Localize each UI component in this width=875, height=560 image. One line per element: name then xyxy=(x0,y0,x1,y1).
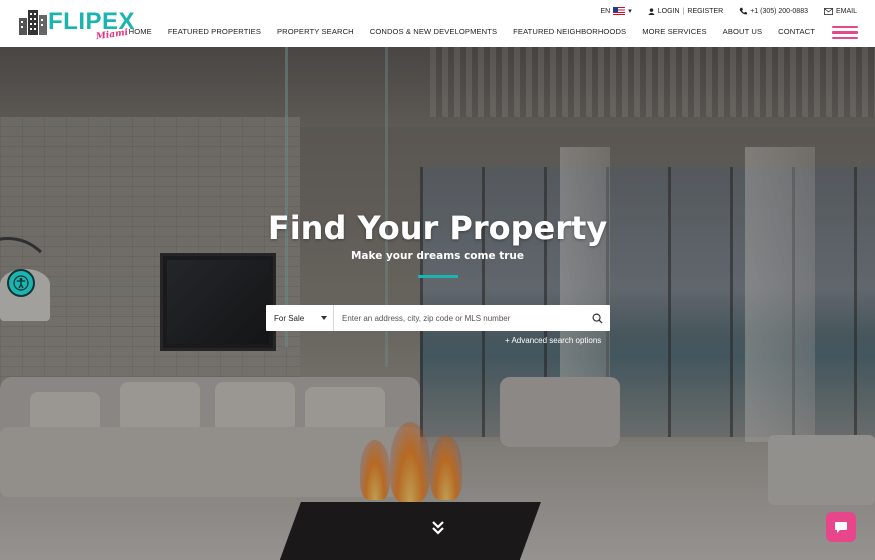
hero-section: Find Your Property Make your dreams come… xyxy=(0,47,875,560)
email-link[interactable]: EMAIL xyxy=(823,7,857,15)
nav-condos-new-developments[interactable]: CONDOS & NEW DEVELOPMENTS xyxy=(370,27,497,36)
accessibility-button[interactable] xyxy=(7,269,35,297)
nav-property-search[interactable]: PROPERTY SEARCH xyxy=(277,27,354,36)
main-nav: HOME FEATURED PROPERTIES PROPERTY SEARCH… xyxy=(129,27,815,36)
phone-icon xyxy=(739,7,748,15)
email-label: EMAIL xyxy=(835,7,857,15)
nav-featured-properties[interactable]: FEATURED PROPERTIES xyxy=(168,27,261,36)
chevron-down-icon: ▾ xyxy=(628,8,632,15)
building-logo-icon xyxy=(19,10,47,35)
language-code: EN xyxy=(600,7,611,15)
nav-about-us[interactable]: ABOUT US xyxy=(723,27,762,36)
nav-home[interactable]: HOME xyxy=(129,27,152,36)
phone-number: +1 (305) 200-0883 xyxy=(750,7,808,15)
hero-subtitle: Make your dreams come true xyxy=(350,250,525,262)
phone-link[interactable]: +1 (305) 200-0883 xyxy=(739,7,808,15)
hero-overlay xyxy=(0,47,875,560)
top-utility-bar: EN ▾ LOGIN | REGISTER +1 (305) 200-0883 … xyxy=(601,5,857,17)
language-selector[interactable]: EN ▾ xyxy=(601,7,632,15)
flipex-logo[interactable]: FLIPEX Miami xyxy=(18,6,135,42)
register-link[interactable]: REGISTER xyxy=(687,8,723,15)
search-button[interactable] xyxy=(584,305,610,331)
search-input[interactable] xyxy=(334,305,584,331)
listing-type-value: For Sale xyxy=(274,313,305,323)
search-icon xyxy=(592,313,603,324)
chat-button[interactable] xyxy=(826,512,856,542)
hero-title: Find Your Property xyxy=(267,209,608,247)
user-icon xyxy=(648,7,655,15)
account-links: LOGIN | REGISTER xyxy=(648,8,723,15)
double-chevron-down-icon[interactable] xyxy=(431,520,445,536)
property-search-bar: For Sale xyxy=(266,305,610,331)
page: FLIPEX Miami EN ▾ LOGIN | REGISTER +1 (3… xyxy=(0,0,875,560)
envelope-icon xyxy=(823,7,833,15)
accessibility-icon xyxy=(13,275,29,291)
chat-icon xyxy=(835,521,847,533)
nav-featured-neighborhoods[interactable]: FEATURED NEIGHBORHOODS xyxy=(513,27,626,36)
advanced-search-link[interactable]: + Advanced search options xyxy=(505,336,601,345)
menu-hamburger-icon[interactable] xyxy=(832,26,858,39)
login-link[interactable]: LOGIN xyxy=(658,8,680,15)
site-header: FLIPEX Miami EN ▾ LOGIN | REGISTER +1 (3… xyxy=(0,0,875,47)
nav-contact[interactable]: CONTACT xyxy=(778,27,815,36)
us-flag-icon xyxy=(613,7,626,15)
listing-type-select[interactable]: For Sale xyxy=(266,305,334,331)
divider: | xyxy=(682,7,685,15)
caret-down-icon xyxy=(321,316,327,320)
nav-more-services[interactable]: MORE SERVICES xyxy=(642,27,706,36)
accent-divider xyxy=(418,275,458,278)
